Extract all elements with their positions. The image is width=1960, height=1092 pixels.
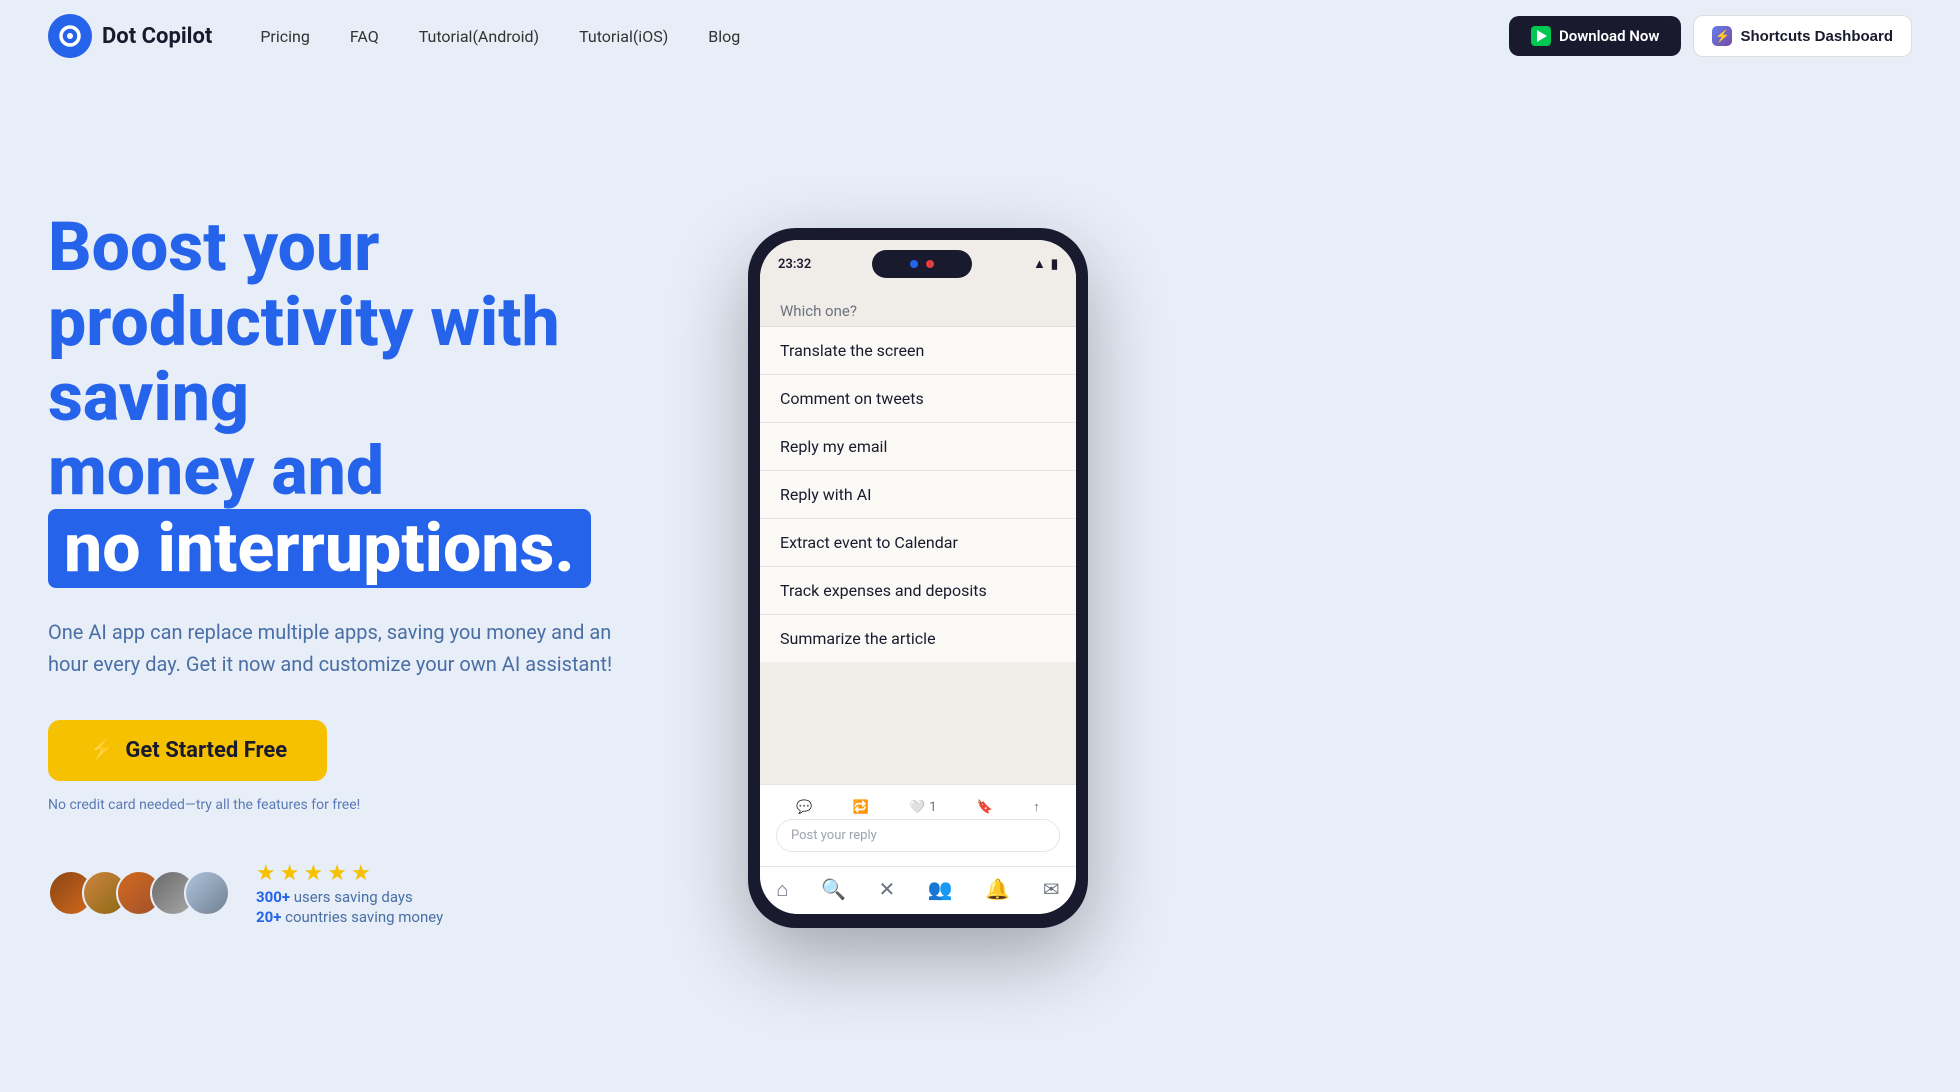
hero-subtext: One AI app can replace multiple apps, sa… bbox=[48, 616, 628, 680]
phone-status-bar: 23:32 ▲ ▮ bbox=[760, 240, 1076, 284]
menu-item-reply-ai[interactable]: Reply with AI bbox=[760, 471, 1076, 519]
hero-headline: Boost your productivity with saving mone… bbox=[48, 210, 708, 588]
tab-notification-icon[interactable]: 🔔 bbox=[985, 877, 1010, 902]
countries-proof: 20+ countries saving money bbox=[256, 908, 443, 926]
tweet-bookmark[interactable]: 🔖 bbox=[977, 799, 993, 815]
nav-faq[interactable]: FAQ bbox=[350, 27, 379, 46]
status-time: 23:32 bbox=[778, 257, 811, 272]
no-cc-text: No credit card needed—try all the featur… bbox=[48, 797, 708, 813]
hero-section: Boost your productivity with saving mone… bbox=[0, 72, 1960, 1084]
star-1: ★ bbox=[256, 861, 276, 886]
star-3: ★ bbox=[303, 861, 323, 886]
bookmark-icon: 🔖 bbox=[977, 800, 993, 815]
phone-inner: 23:32 ▲ ▮ Which one? Translate the scree… bbox=[760, 240, 1076, 914]
nav-pricing[interactable]: Pricing bbox=[260, 27, 310, 46]
nav-blog[interactable]: Blog bbox=[708, 27, 740, 46]
tweet-comment[interactable]: 💬 bbox=[796, 799, 812, 815]
nav-tutorial-ios[interactable]: Tutorial(iOS) bbox=[579, 27, 668, 46]
phone-outer: 23:32 ▲ ▮ Which one? Translate the scree… bbox=[748, 228, 1088, 928]
navbar: Dot Copilot Pricing FAQ Tutorial(Android… bbox=[0, 0, 1960, 72]
menu-item-summarize[interactable]: Summarize the article bbox=[760, 615, 1076, 662]
menu-item-reply-email[interactable]: Reply my email bbox=[760, 423, 1076, 471]
tab-bar: ⌂ 🔍 ✕ 👥 🔔 ✉ bbox=[760, 866, 1076, 914]
menu-header: Which one? bbox=[760, 292, 1076, 326]
like-count: 1 bbox=[929, 800, 936, 815]
nav-links: Pricing FAQ Tutorial(Android) Tutorial(i… bbox=[260, 27, 1509, 46]
tweet-retweet[interactable]: 🔁 bbox=[853, 799, 869, 815]
bolt-icon: ⚡ bbox=[88, 738, 115, 763]
menu-item-comment[interactable]: Comment on tweets bbox=[760, 375, 1076, 423]
star-5: ★ bbox=[351, 861, 371, 886]
logo-icon bbox=[48, 14, 92, 58]
like-icon: 🤍 bbox=[909, 800, 925, 815]
logo-link[interactable]: Dot Copilot bbox=[48, 14, 212, 58]
dynamic-island bbox=[872, 250, 972, 278]
avatars bbox=[48, 870, 218, 916]
nav-actions: Download Now ⚡ Shortcuts Dashboard bbox=[1509, 15, 1912, 57]
hero-highlight: no interruptions. bbox=[48, 509, 591, 588]
battery-icon: ▮ bbox=[1051, 257, 1058, 272]
stars-row: ★ ★ ★ ★ ★ bbox=[256, 861, 443, 886]
stars-text: ★ ★ ★ ★ ★ 300+ users saving days 20+ cou… bbox=[256, 861, 443, 926]
status-icons: ▲ ▮ bbox=[1033, 256, 1058, 272]
tab-community-icon[interactable]: 👥 bbox=[928, 877, 953, 902]
cta-button[interactable]: ⚡ Get Started Free bbox=[48, 720, 327, 781]
comment-icon: 💬 bbox=[796, 800, 812, 815]
di-camera bbox=[910, 260, 918, 268]
tab-messages-icon[interactable]: ✉ bbox=[1043, 877, 1060, 902]
menu-item-translate[interactable]: Translate the screen bbox=[760, 327, 1076, 375]
hero-content: Boost your productivity with saving mone… bbox=[48, 210, 748, 926]
retweet-icon: 🔁 bbox=[853, 800, 869, 815]
menu-item-track-expenses[interactable]: Track expenses and deposits bbox=[760, 567, 1076, 615]
shortcuts-button[interactable]: ⚡ Shortcuts Dashboard bbox=[1693, 15, 1912, 57]
reply-box[interactable]: Post your reply bbox=[776, 819, 1060, 852]
star-2: ★ bbox=[280, 861, 300, 886]
tab-grok-icon[interactable]: ✕ bbox=[879, 877, 896, 902]
download-button[interactable]: Download Now bbox=[1509, 16, 1682, 56]
tab-home-icon[interactable]: ⌂ bbox=[776, 877, 788, 902]
di-recording bbox=[926, 260, 934, 268]
tab-search-icon[interactable]: 🔍 bbox=[821, 877, 846, 902]
context-menu-area: Which one? Translate the screen Comment … bbox=[760, 284, 1076, 784]
tweet-share[interactable]: ↑ bbox=[1033, 799, 1040, 815]
tweet-like[interactable]: 🤍 1 bbox=[909, 799, 937, 815]
users-proof: 300+ users saving days bbox=[256, 888, 443, 906]
share-icon: ↑ bbox=[1033, 799, 1040, 815]
menu-item-extract-event[interactable]: Extract event to Calendar bbox=[760, 519, 1076, 567]
phone-mockup: 23:32 ▲ ▮ Which one? Translate the scree… bbox=[748, 208, 1088, 928]
tweet-actions: 💬 🔁 🤍 1 🔖 ↑ bbox=[776, 793, 1060, 819]
star-4: ★ bbox=[327, 861, 347, 886]
brand-name: Dot Copilot bbox=[102, 24, 212, 49]
shortcuts-icon: ⚡ bbox=[1712, 26, 1732, 46]
wifi-icon: ▲ bbox=[1033, 256, 1046, 272]
twitter-bar: 💬 🔁 🤍 1 🔖 ↑ bbox=[760, 784, 1076, 866]
nav-tutorial-android[interactable]: Tutorial(Android) bbox=[419, 27, 539, 46]
social-proof: ★ ★ ★ ★ ★ 300+ users saving days 20+ cou… bbox=[48, 861, 708, 926]
play-store-icon bbox=[1531, 26, 1551, 46]
avatar bbox=[184, 870, 230, 916]
